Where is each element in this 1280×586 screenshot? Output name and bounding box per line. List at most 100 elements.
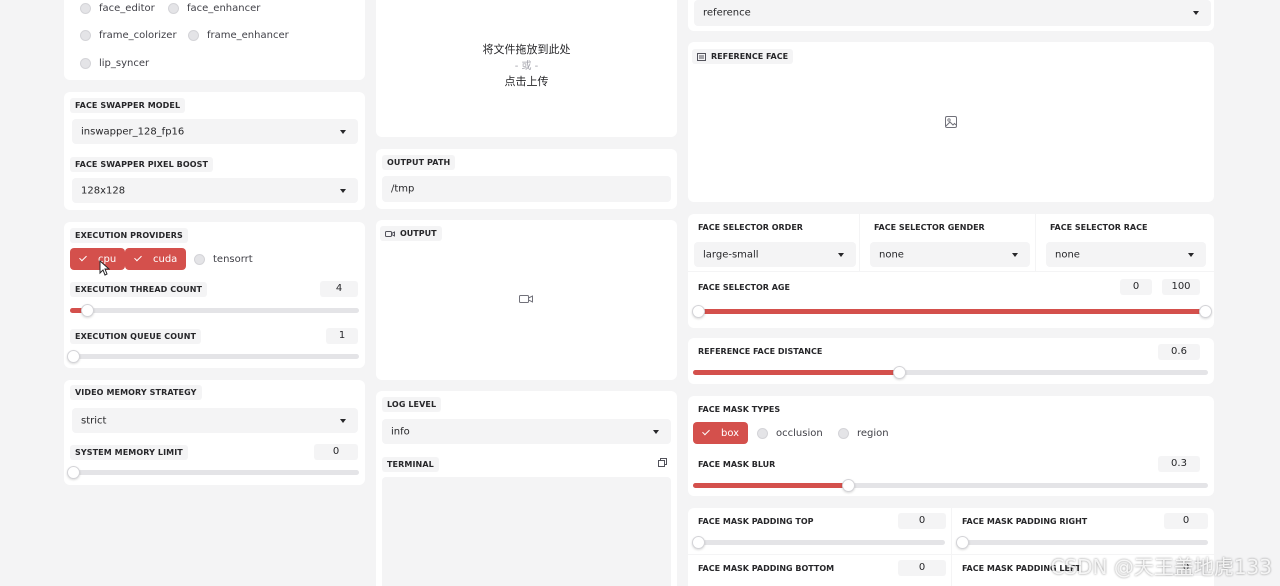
reference-face-distance-label: REFERENCE FACE DISTANCE [698, 347, 823, 356]
radio-icon [757, 427, 768, 439]
watermark: CSDN @天王盖地虎133 [1050, 555, 1272, 579]
system-memory-limit-slider[interactable] [67, 466, 359, 479]
dropdown-value: strict [81, 415, 107, 426]
age-max-thumb[interactable] [1199, 305, 1212, 318]
output-label: OUTPUT [380, 226, 442, 241]
face-mask-blur-label: FACE MASK BLUR [698, 460, 776, 469]
divider [1035, 214, 1036, 271]
provider-label: cuda [153, 253, 178, 265]
slider-thumb[interactable] [692, 536, 705, 549]
upload-or-text: - 或 - [514, 61, 539, 72]
face-mask-padding-right-slider[interactable] [956, 536, 1208, 549]
face-mask-padding-top-input[interactable]: 0 [898, 513, 946, 529]
provider-tensorrt[interactable]: tensorrt [186, 248, 262, 270]
reference-face-distance-input[interactable]: 0.6 [1158, 344, 1200, 360]
face-swapper-model-dropdown[interactable]: inswapper_128_fp16 [72, 119, 358, 144]
slider-thumb[interactable] [67, 350, 80, 363]
slider-thumb[interactable] [956, 536, 969, 549]
chevron-down-icon [1012, 252, 1018, 257]
system-memory-limit-input[interactable]: 0 [314, 444, 358, 460]
execution-thread-count-label: EXECUTION THREAD COUNT [70, 282, 208, 297]
slider-thumb[interactable] [81, 304, 95, 317]
face-mask-blur-input[interactable]: 0.3 [1158, 456, 1200, 472]
dropdown-value: none [1055, 249, 1080, 260]
checkbox-checked-icon [133, 254, 144, 265]
processor-frame-colorizer[interactable]: frame_colorizer [72, 24, 186, 46]
execution-panel: EXECUTION PROVIDERS cpu cuda tensorrt EX… [64, 222, 365, 368]
face-swapper-pixel-boost-dropdown[interactable]: 128x128 [72, 178, 358, 203]
face-selector-mode-dropdown[interactable]: reference [694, 0, 1211, 26]
mask-type-label: occlusion [776, 427, 823, 439]
face-selector-age-max-input[interactable]: 100 [1162, 279, 1200, 295]
age-min-thumb[interactable] [692, 305, 705, 318]
face-mask-padding-right-input[interactable]: 0 [1164, 513, 1208, 529]
slider-thumb[interactable] [67, 466, 80, 479]
divider [688, 271, 1214, 272]
output-label-text: OUTPUT [400, 229, 437, 238]
chevron-down-icon [340, 418, 346, 423]
processor-label: face_editor [99, 2, 155, 14]
system-memory-limit-label: SYSTEM MEMORY LIMIT [70, 445, 188, 460]
output-path-input[interactable]: /tmp [382, 176, 671, 202]
dropdown-value: inswapper_128_fp16 [81, 126, 185, 137]
output-path-value: /tmp [391, 183, 415, 195]
face-swapper-pixel-boost-label: FACE SWAPPER PIXEL BOOST [70, 157, 214, 172]
reference-face-distance-slider[interactable] [693, 366, 1208, 379]
face-selector-gender-dropdown[interactable]: none [870, 242, 1030, 267]
dropdown-value: none [879, 249, 904, 260]
face-mask-blur-slider[interactable] [693, 479, 1208, 492]
face-mask-type-region[interactable]: region [830, 422, 898, 444]
face-mask-padding-bottom-label: FACE MASK PADDING BOTTOM [698, 564, 835, 573]
dropdown-value: 128x128 [81, 185, 126, 196]
face-swapper-panel: FACE SWAPPER MODEL inswapper_128_fp16 FA… [64, 92, 365, 210]
upload-click-text[interactable]: 点击上传 [376, 73, 677, 89]
slider-thumb[interactable] [893, 366, 906, 379]
chevron-down-icon [1188, 252, 1194, 257]
chevron-down-icon [1193, 11, 1199, 15]
image-icon [945, 116, 957, 128]
gallery-icon [697, 52, 706, 61]
terminal-label: TERMINAL [382, 457, 439, 472]
execution-queue-count-slider[interactable] [67, 350, 359, 363]
slider-fill [693, 370, 899, 375]
mask-type-label: region [857, 427, 889, 439]
face-mask-padding-bottom-input[interactable]: 0 [898, 560, 946, 576]
processor-face-editor[interactable]: face_editor [72, 0, 164, 19]
face-selector-age-range-slider[interactable] [692, 305, 1212, 318]
copy-icon[interactable] [658, 458, 667, 467]
output-panel: OUTPUT [376, 220, 677, 380]
face-mask-type-box[interactable]: box [693, 422, 749, 444]
reference-distance-panel: REFERENCE FACE DISTANCE 0.6 [688, 338, 1214, 384]
processor-label: frame_colorizer [99, 29, 177, 41]
face-mask-panel: FACE MASK TYPES box occlusion region FAC… [688, 396, 1214, 496]
processor-label: lip_syncer [99, 57, 150, 69]
face-selector-age-min-input[interactable]: 0 [1120, 279, 1152, 295]
radio-icon [80, 29, 91, 41]
processor-face-enhancer[interactable]: face_enhancer [160, 0, 270, 19]
face-mask-type-occlusion[interactable]: occlusion [749, 422, 832, 444]
processor-label: frame_enhancer [207, 29, 289, 41]
execution-thread-count-input[interactable]: 4 [320, 281, 358, 297]
log-level-label: LOG LEVEL [382, 397, 442, 412]
processor-lip-syncer[interactable]: lip_syncer [72, 52, 159, 74]
slider-thumb[interactable] [841, 479, 855, 492]
memory-panel: VIDEO MEMORY STRATEGY strict SYSTEM MEMO… [64, 380, 365, 485]
execution-thread-count-slider[interactable] [70, 304, 359, 317]
video-memory-strategy-dropdown[interactable]: strict [72, 408, 358, 433]
face-swapper-model-label: FACE SWAPPER MODEL [70, 98, 186, 113]
provider-cuda[interactable]: cuda [125, 248, 187, 270]
provider-cpu[interactable]: cpu [70, 248, 126, 270]
reference-face-label-text: REFERENCE FACE [711, 52, 789, 61]
processor-frame-enhancer[interactable]: frame_enhancer [180, 24, 298, 46]
face-selector-race-dropdown[interactable]: none [1046, 242, 1206, 267]
dropdown-value: reference [703, 7, 751, 19]
face-mask-padding-right-label: FACE MASK PADDING RIGHT [962, 517, 1088, 526]
reference-face-label: REFERENCE FACE [692, 49, 794, 64]
execution-providers-label: EXECUTION PROVIDERS [70, 228, 188, 243]
execution-queue-count-input[interactable]: 1 [326, 328, 358, 344]
radio-icon [80, 2, 91, 14]
face-selector-order-dropdown[interactable]: large-small [694, 242, 856, 267]
face-mask-padding-top-slider[interactable] [692, 536, 945, 549]
upload-panel[interactable]: 将文件拖放到此处 - 或 - 点击上传 [376, 0, 677, 137]
log-level-dropdown[interactable]: info [382, 419, 671, 444]
